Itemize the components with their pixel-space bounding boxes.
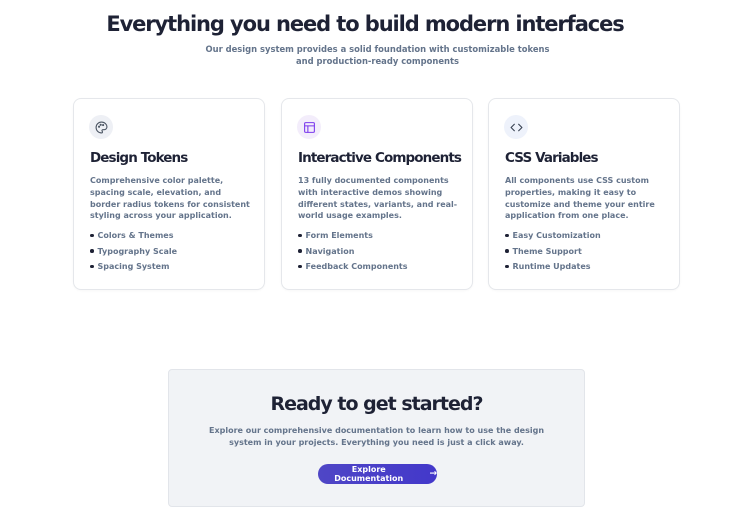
bullet-icon — [298, 233, 302, 238]
code-icon — [504, 115, 528, 139]
arrow-right-icon: → — [429, 469, 437, 479]
feature-description: Comprehensive color palette, spacing sca… — [90, 176, 250, 221]
list-item: Theme Support — [505, 246, 601, 257]
bullet-icon — [90, 233, 94, 238]
list-item: Easy Customization — [505, 230, 601, 241]
list-item: Spacing System — [90, 261, 177, 272]
list-item: Typography Scale — [90, 246, 177, 257]
list-item: Navigation — [298, 246, 408, 257]
hero-subtitle: Our design system provides a solid found… — [205, 44, 550, 66]
cta-description: Explore our comprehensive documentation … — [209, 426, 545, 447]
bullet-icon — [90, 249, 94, 253]
bullet-icon — [505, 233, 509, 238]
feature-card-css-variables: CSS Variables All components use CSS cus… — [488, 98, 680, 290]
feature-list: Easy Customization Theme Support Runtime… — [505, 230, 601, 277]
feature-title: CSS Variables — [505, 150, 599, 166]
bullet-icon — [505, 264, 509, 269]
list-item: Runtime Updates — [505, 261, 601, 272]
feature-list: Colors & Themes Typography Scale Spacing… — [90, 230, 177, 277]
cta-section: Ready to get started? Explore our compre… — [168, 369, 585, 507]
list-item: Colors & Themes — [90, 230, 177, 241]
feature-card-interactive-components: Interactive Components 13 fully document… — [281, 98, 473, 290]
hero-title: Everything you need to build modern inte… — [106, 12, 624, 36]
explore-documentation-button[interactable]: Explore Documentation → — [318, 464, 437, 484]
bullet-icon — [90, 264, 94, 269]
feature-title: Design Tokens — [90, 150, 188, 166]
button-label: Explore Documentation — [334, 465, 404, 483]
feature-description: All components use CSS custom properties… — [505, 176, 655, 221]
feature-list: Form Elements Navigation Feedback Compon… — [298, 230, 408, 277]
bullet-icon — [298, 264, 302, 269]
feature-title: Interactive Components — [298, 150, 462, 166]
bullet-icon — [298, 249, 302, 253]
layout-icon — [297, 115, 321, 139]
feature-card-design-tokens: Design Tokens Comprehensive color palett… — [73, 98, 265, 290]
list-item: Form Elements — [298, 230, 408, 241]
feature-description: 13 fully documented components with inte… — [298, 176, 458, 221]
palette-icon — [89, 115, 113, 139]
bullet-icon — [505, 249, 509, 253]
list-item: Feedback Components — [298, 261, 408, 272]
cta-title: Ready to get started? — [270, 393, 483, 415]
